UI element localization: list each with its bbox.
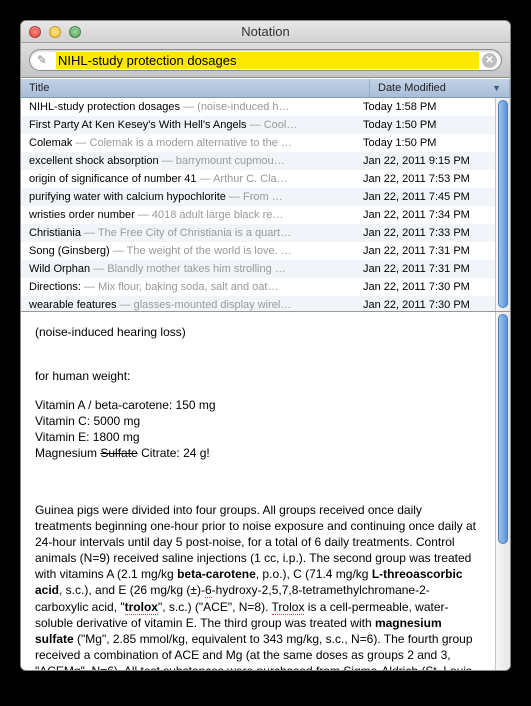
row-date: Today 1:50 PM — [355, 137, 495, 149]
table-row[interactable]: First Party At Ken Kesey's With Hell's A… — [21, 116, 495, 134]
column-headers: Title Date Modified ▼ — [21, 78, 510, 98]
titlebar[interactable]: Notation — [21, 21, 510, 43]
row-date: Jan 22, 2011 7:53 PM — [355, 173, 495, 185]
row-title: purifying water with calcium hypochlorit… — [21, 191, 355, 203]
close-icon[interactable] — [29, 26, 41, 38]
row-date: Jan 22, 2011 7:34 PM — [355, 209, 495, 221]
table-row[interactable]: Directions: — Mix flour, baking soda, sa… — [21, 278, 495, 296]
note-paragraph: Guinea pigs were divided into four group… — [35, 502, 481, 671]
table-row[interactable]: Colemak — Colemak is a modern alternativ… — [21, 134, 495, 152]
row-date: Jan 22, 2011 7:30 PM — [355, 299, 495, 311]
row-date: Jan 22, 2011 9:15 PM — [355, 155, 495, 167]
row-title: wristies order number — 4018 adult large… — [21, 209, 355, 221]
row-date: Jan 22, 2011 7:31 PM — [355, 245, 495, 257]
minimize-icon[interactable] — [49, 26, 61, 38]
pencil-icon: ✎ — [37, 53, 47, 67]
row-date: Jan 22, 2011 7:30 PM — [355, 281, 495, 293]
note-line: Vitamin A / beta-carotene: 150 mg — [35, 397, 481, 413]
note-line: (noise-induced hearing loss) — [35, 324, 481, 340]
traffic-lights — [21, 26, 81, 38]
clear-icon[interactable]: ✕ — [482, 53, 497, 68]
note-list-rows: NIHL-study protection dosages — (noise-i… — [21, 98, 495, 311]
sort-indicator-icon: ▼ — [492, 83, 501, 93]
row-title: Song (Ginsberg) — The weight of the worl… — [21, 245, 355, 257]
list-scrollbar[interactable] — [495, 98, 510, 311]
table-row[interactable]: NIHL-study protection dosages — (noise-i… — [21, 98, 495, 116]
row-title: Christiania — The Free City of Christian… — [21, 227, 355, 239]
table-row[interactable]: wristies order number — 4018 adult large… — [21, 206, 495, 224]
note-line: Magnesium Sulfate Citrate: 24 g! — [35, 445, 481, 461]
column-date-modified[interactable]: Date Modified ▼ — [370, 79, 510, 97]
note-content: (noise-induced hearing loss) for human w… — [21, 312, 510, 670]
note-line: Vitamin E: 1800 mg — [35, 429, 481, 445]
note-line — [35, 340, 481, 356]
table-row[interactable]: excellent shock absorption — barrymount … — [21, 152, 495, 170]
row-date: Today 1:50 PM — [355, 119, 495, 131]
note-text[interactable]: (noise-induced hearing loss) for human w… — [21, 312, 495, 670]
table-row[interactable]: wearable features — glasses-mounted disp… — [21, 296, 495, 311]
content-scrollbar[interactable] — [495, 312, 510, 670]
search-bar: ✎ ✕ — [21, 43, 510, 78]
row-title: First Party At Ken Kesey's With Hell's A… — [21, 119, 355, 131]
table-row[interactable]: Christiania — The Free City of Christian… — [21, 224, 495, 242]
list-scrollbar-thumb[interactable] — [498, 100, 508, 308]
row-title: excellent shock absorption — barrymount … — [21, 155, 355, 167]
app-window: Notation ✎ ✕ Title Date Modified ▼ NIHL-… — [20, 20, 511, 671]
search-field-wrap: ✎ ✕ — [29, 49, 502, 71]
note-list: NIHL-study protection dosages — (noise-i… — [21, 98, 510, 312]
table-row[interactable]: purifying water with calcium hypochlorit… — [21, 188, 495, 206]
row-title: wearable features — glasses-mounted disp… — [21, 299, 355, 311]
window-title: Notation — [21, 24, 510, 39]
row-date: Jan 22, 2011 7:45 PM — [355, 191, 495, 203]
column-title[interactable]: Title — [21, 79, 370, 97]
row-title: origin of significance of number 41 — Ar… — [21, 173, 355, 185]
note-line: Vitamin C: 5000 mg — [35, 413, 481, 429]
row-title: NIHL-study protection dosages — (noise-i… — [21, 101, 355, 113]
zoom-icon[interactable] — [69, 26, 81, 38]
search-input[interactable] — [56, 52, 479, 69]
row-title: Directions: — Mix flour, baking soda, sa… — [21, 281, 355, 293]
row-title: Wild Orphan — Blandly mother takes him s… — [21, 263, 355, 275]
table-row[interactable]: Wild Orphan — Blandly mother takes him s… — [21, 260, 495, 278]
row-date: Jan 22, 2011 7:33 PM — [355, 227, 495, 239]
table-row[interactable]: origin of significance of number 41 — Ar… — [21, 170, 495, 188]
row-date: Today 1:58 PM — [355, 101, 495, 113]
column-date-label: Date Modified — [378, 82, 446, 94]
row-title: Colemak — Colemak is a modern alternativ… — [21, 137, 355, 149]
note-line — [35, 473, 481, 489]
row-date: Jan 22, 2011 7:31 PM — [355, 263, 495, 275]
content-scrollbar-thumb[interactable] — [498, 314, 508, 544]
table-row[interactable]: Song (Ginsberg) — The weight of the worl… — [21, 242, 495, 260]
note-line: for human weight: — [35, 368, 481, 384]
